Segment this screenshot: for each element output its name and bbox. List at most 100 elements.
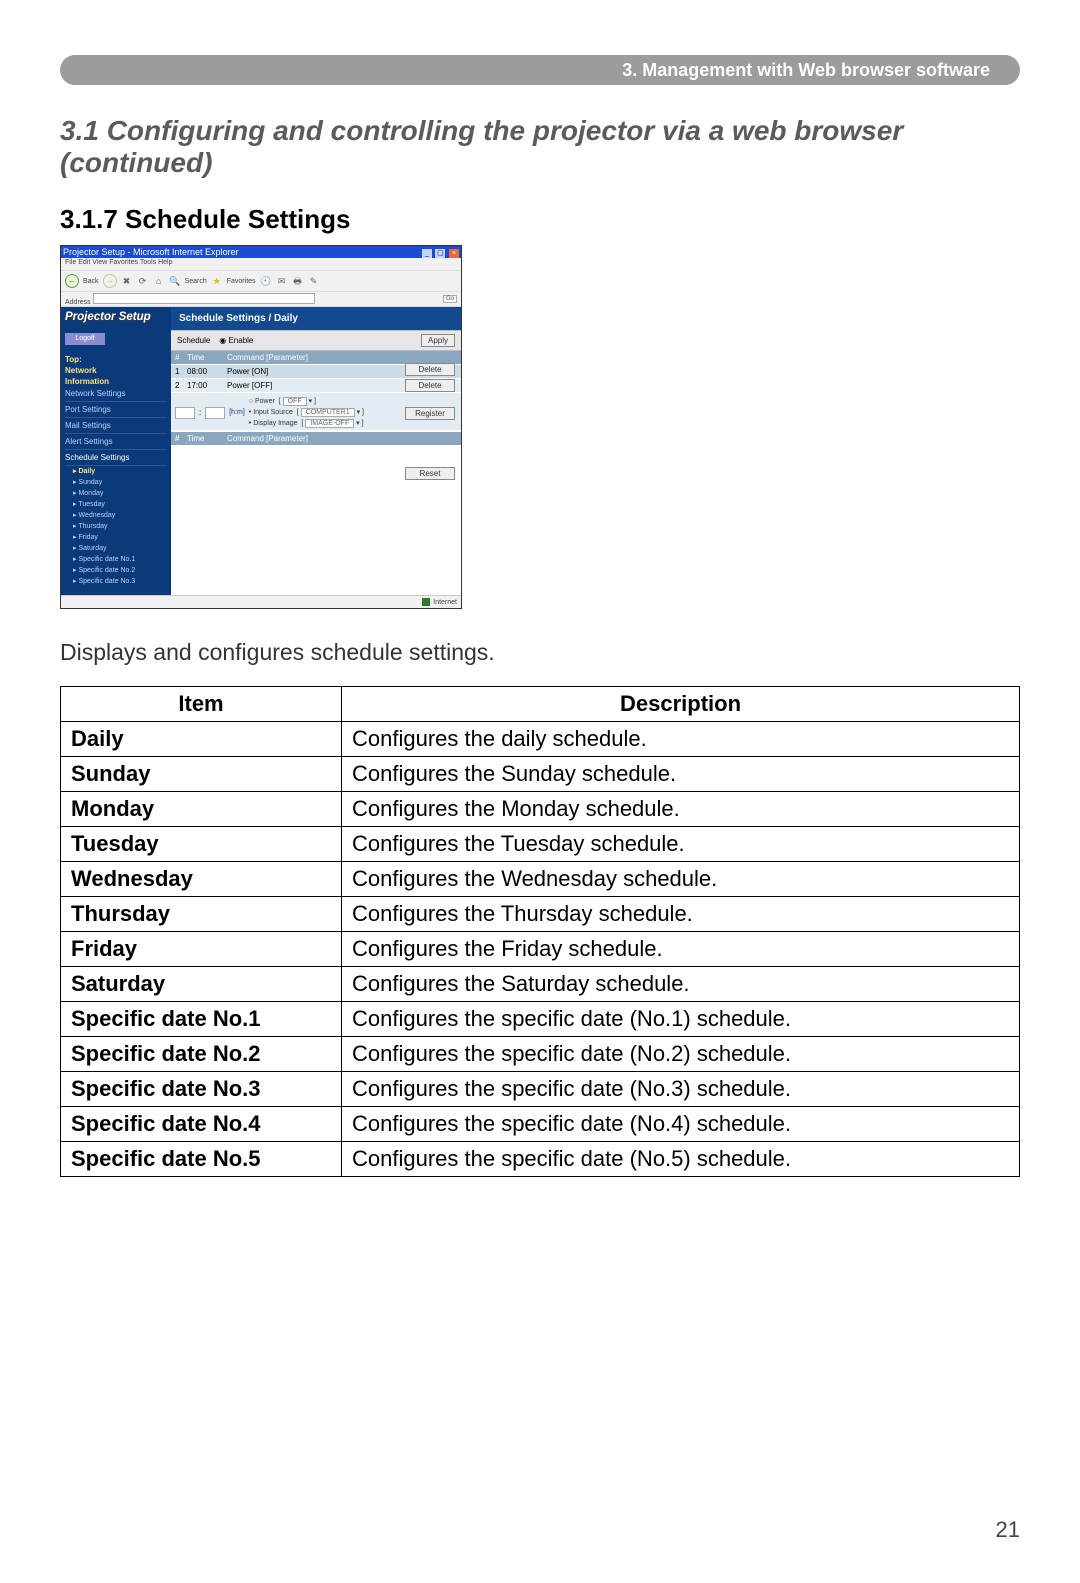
table-row: FridayConfigures the Friday schedule. [61, 932, 1020, 967]
sidebar-sub-sd1[interactable]: ▸ Specific date No.1 [73, 554, 167, 565]
table-row: WednesdayConfigures the Wednesday schedu… [61, 862, 1020, 897]
power-label: Power [255, 398, 275, 405]
browser-menubar[interactable]: File Edit View Favorites Tools Help [61, 258, 461, 270]
window-title: Projector Setup - Microsoft Internet Exp… [63, 246, 239, 258]
home-icon[interactable]: ⌂ [153, 275, 165, 287]
th-description: Description [342, 687, 1020, 722]
page-number: 21 [996, 1517, 1020, 1543]
favorites-label[interactable]: Favorites [227, 278, 256, 285]
address-bar[interactable]: Address Go [61, 292, 461, 307]
th-time: Time [187, 353, 227, 362]
table-row: DailyConfigures the daily schedule. [61, 722, 1020, 757]
image-select[interactable]: IMAGE-OFF [305, 419, 354, 428]
search-icon[interactable]: 🔍 [169, 275, 181, 287]
sidebar-sub-friday[interactable]: ▸ Friday [73, 532, 167, 543]
intro-text: Displays and configures schedule setting… [60, 639, 1020, 666]
main-panel: Schedule Settings / Daily Schedule ◉ Ena… [171, 307, 461, 595]
table-row: ThursdayConfigures the Thursday schedule… [61, 897, 1020, 932]
cell-num: 2 [175, 381, 187, 390]
window-titlebar: Projector Setup - Microsoft Internet Exp… [61, 246, 461, 258]
table-row: SundayConfigures the Sunday schedule. [61, 757, 1020, 792]
status-text: Internet [433, 599, 457, 606]
back-label[interactable]: Back [83, 278, 99, 285]
schedule-enable-row: Schedule ◉ Enable Apply [171, 330, 461, 351]
favorites-icon[interactable]: ★ [211, 275, 223, 287]
breadcrumb: 3. Management with Web browser software [60, 55, 1020, 85]
go-button[interactable]: Go [443, 295, 457, 303]
window-buttons[interactable]: _ ▢ × [421, 246, 459, 258]
minute-input[interactable] [205, 407, 225, 419]
screenshot-schedule-settings: Projector Setup - Microsoft Internet Exp… [60, 245, 462, 609]
input-label: • Input Source [249, 409, 293, 416]
reset-button[interactable]: Reset [405, 467, 455, 480]
sidebar-sub-daily[interactable]: ▸ Daily [73, 466, 167, 477]
sidebar-sub-sunday[interactable]: ▸ Sunday [73, 477, 167, 488]
table-header-2: # Time Command [Parameter] [171, 432, 461, 445]
sidebar-item-port-settings[interactable]: Port Settings [65, 402, 167, 418]
apply-button[interactable]: Apply [421, 334, 455, 347]
hour-input[interactable] [175, 407, 195, 419]
sidebar-sub-wednesday[interactable]: ▸ Wednesday [73, 510, 167, 521]
input-select[interactable]: COMPUTER1 [301, 408, 355, 417]
refresh-icon[interactable]: ⟳ [137, 275, 149, 287]
register-button[interactable]: Register [405, 407, 455, 420]
table-row: Specific date No.3Configures the specifi… [61, 1072, 1020, 1107]
th-num: # [175, 434, 187, 443]
sidebar-sub-sd3[interactable]: ▸ Specific date No.3 [73, 576, 167, 587]
description-table: Item Description DailyConfigures the dai… [60, 686, 1020, 1177]
minimize-icon[interactable]: _ [422, 249, 432, 258]
sidebar-sub-saturday[interactable]: ▸ Saturday [73, 543, 167, 554]
delete-button-1[interactable]: Delete [405, 363, 455, 376]
th-cmd: Command [Parameter] [227, 434, 457, 443]
status-bar: Internet [61, 595, 461, 608]
address-label: Address [65, 299, 91, 306]
table-row: Specific date No.2Configures the specifi… [61, 1037, 1020, 1072]
sidebar: Projector Setup Logoff Top: Network Info… [61, 307, 171, 595]
image-label: • Display Image [249, 420, 298, 427]
stop-icon[interactable]: ✖ [121, 275, 133, 287]
cell-time: 08:00 [187, 367, 227, 376]
th-time: Time [187, 434, 227, 443]
sidebar-title: Projector Setup [65, 311, 167, 327]
mail-icon[interactable]: ✉ [276, 275, 288, 287]
th-item: Item [61, 687, 342, 722]
panel-title: Schedule Settings / Daily [171, 307, 461, 330]
th-cmd: Command [Parameter] [227, 353, 457, 362]
sidebar-network[interactable]: Network [65, 366, 167, 375]
internet-icon [422, 598, 430, 606]
sidebar-item-network-settings[interactable]: Network Settings [65, 386, 167, 402]
browser-toolbar[interactable]: ← Back → ✖ ⟳ ⌂ 🔍 Search ★ Favorites 🕘 ✉ … [61, 270, 461, 292]
close-icon[interactable]: × [449, 249, 459, 258]
sidebar-sub-tuesday[interactable]: ▸ Tuesday [73, 499, 167, 510]
hm-label: [h:m] [229, 409, 245, 416]
sidebar-top[interactable]: Top: [65, 355, 167, 364]
print-icon[interactable]: 🖶 [292, 275, 304, 287]
table-row: MondayConfigures the Monday schedule. [61, 792, 1020, 827]
sidebar-item-mail-settings[interactable]: Mail Settings [65, 418, 167, 434]
table-row: SaturdayConfigures the Saturday schedule… [61, 967, 1020, 1002]
sidebar-sub-sd2[interactable]: ▸ Specific date No.2 [73, 565, 167, 576]
history-icon[interactable]: 🕘 [260, 275, 272, 287]
table-row: Specific date No.4Configures the specifi… [61, 1107, 1020, 1142]
table-row: TuesdayConfigures the Tuesday schedule. [61, 827, 1020, 862]
cell-time: 17:00 [187, 381, 227, 390]
th-num: # [175, 353, 187, 362]
sidebar-item-alert-settings[interactable]: Alert Settings [65, 434, 167, 450]
sidebar-item-schedule-settings[interactable]: Schedule Settings [65, 450, 167, 466]
back-icon[interactable]: ← [65, 274, 79, 288]
sidebar-sub-thursday[interactable]: ▸ Thursday [73, 521, 167, 532]
power-select[interactable]: OFF [283, 397, 307, 406]
forward-icon[interactable]: → [103, 274, 117, 288]
maximize-icon[interactable]: ▢ [435, 249, 445, 258]
schedule-label: Schedule [177, 336, 210, 345]
sidebar-information[interactable]: Information [65, 377, 167, 386]
edit-icon[interactable]: ✎ [308, 275, 320, 287]
search-label[interactable]: Search [185, 278, 207, 285]
table-row: Specific date No.1Configures the specifi… [61, 1002, 1020, 1037]
sidebar-sub-monday[interactable]: ▸ Monday [73, 488, 167, 499]
logoff-button[interactable]: Logoff [65, 333, 105, 345]
cell-num: 1 [175, 367, 187, 376]
section-title: 3.1 Configuring and controlling the proj… [60, 115, 1020, 179]
subsection-title: 3.1.7 Schedule Settings [60, 204, 1020, 235]
delete-button-2[interactable]: Delete [405, 379, 455, 392]
